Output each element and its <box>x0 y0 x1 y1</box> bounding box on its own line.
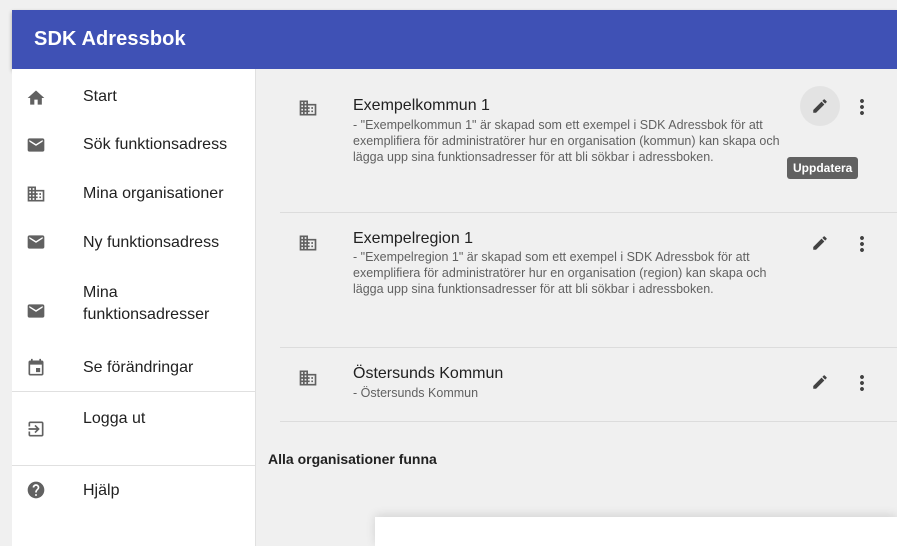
building-icon <box>298 233 318 253</box>
sidebar-item-ny-funktionsadress[interactable]: Ny funktionsadress <box>12 219 255 263</box>
organization-description: - "Exempelregion 1" är skapad som ett ex… <box>353 250 767 296</box>
sidebar-item-logga-ut[interactable]: Logga ut <box>12 393 255 453</box>
pencil-icon <box>813 375 827 389</box>
calendar-icon <box>26 358 46 378</box>
organization-description: - "Exempelkommun 1" är skapad som ett ex… <box>353 118 780 164</box>
sidebar-item-mina-organisationer[interactable]: Mina organisationer <box>12 171 255 215</box>
sidebar-item-label: Mina organisationer <box>83 185 224 202</box>
sidebar-item-se-forandringar[interactable]: Se förändringar <box>12 345 255 389</box>
home-icon <box>26 88 46 108</box>
bottom-card <box>375 517 897 546</box>
more-vert-icon <box>860 236 864 252</box>
building-icon <box>26 184 46 204</box>
sidebar-item-label: Ny funktionsadress <box>83 234 220 251</box>
sidebar-item-label: Start <box>83 88 117 105</box>
sidebar-item-sok-funktionsadress[interactable]: Sök funktionsadress <box>12 124 255 168</box>
building-icon <box>298 368 318 388</box>
edit-button[interactable] <box>800 223 840 263</box>
more-vert-icon <box>860 375 864 391</box>
sidebar-item-hjalp[interactable]: Hjälp <box>12 469 255 513</box>
results-summary: Alla organisationer funna <box>268 451 437 467</box>
more-options-button[interactable] <box>850 95 874 119</box>
sidebar-nav: Start Sök funktionsadress Mina organisat… <box>12 69 256 546</box>
more-options-button[interactable] <box>850 371 874 395</box>
mail-icon <box>26 232 46 252</box>
update-tooltip: Uppdatera <box>787 157 859 179</box>
sidebar-item-label: Hjälp <box>83 482 120 499</box>
sidebar-item-start[interactable]: Start <box>12 69 255 113</box>
edit-button[interactable] <box>800 362 840 402</box>
sidebar-item-label: Se förändringar <box>83 359 194 376</box>
mail-icon <box>26 135 46 155</box>
sidebar-item-label: Logga ut <box>83 410 146 427</box>
organization-name: Exempelregion 1 <box>353 230 474 247</box>
app-title: SDK Adressbok <box>34 28 186 50</box>
organization-name: Exempelkommun 1 <box>353 97 490 114</box>
help-icon <box>26 480 46 500</box>
nav-divider <box>12 465 255 466</box>
organization-description: - Östersunds Kommun <box>353 386 479 400</box>
app-bar: SDK Adressbok <box>12 10 897 69</box>
list-item-organization[interactable]: Östersunds Kommun - Östersunds Kommun <box>280 348 897 422</box>
organization-name: Östersunds Kommun <box>353 365 504 382</box>
list-item-organization[interactable]: Exempelkommun 1 - "Exempelkommun 1" är s… <box>280 69 897 213</box>
logout-icon <box>26 419 46 439</box>
sidebar-item-label: Sök funktionsadress <box>83 136 228 153</box>
sidebar-item-mina-funktionsadresser[interactable]: Mina funktionsadresser <box>12 269 255 343</box>
pencil-icon <box>813 99 827 113</box>
pencil-icon <box>813 236 827 250</box>
list-item-organization[interactable]: Exempelregion 1 - "Exempelregion 1" är s… <box>280 213 897 348</box>
sidebar-item-label: Mina funktionsadresser <box>83 284 210 323</box>
mail-icon <box>26 301 46 321</box>
main-content: Exempelkommun 1 - "Exempelkommun 1" är s… <box>256 69 897 546</box>
edit-button[interactable] <box>800 86 840 126</box>
more-options-button[interactable] <box>850 232 874 256</box>
more-vert-icon <box>860 99 864 115</box>
nav-divider <box>12 391 255 392</box>
building-icon <box>298 98 318 118</box>
